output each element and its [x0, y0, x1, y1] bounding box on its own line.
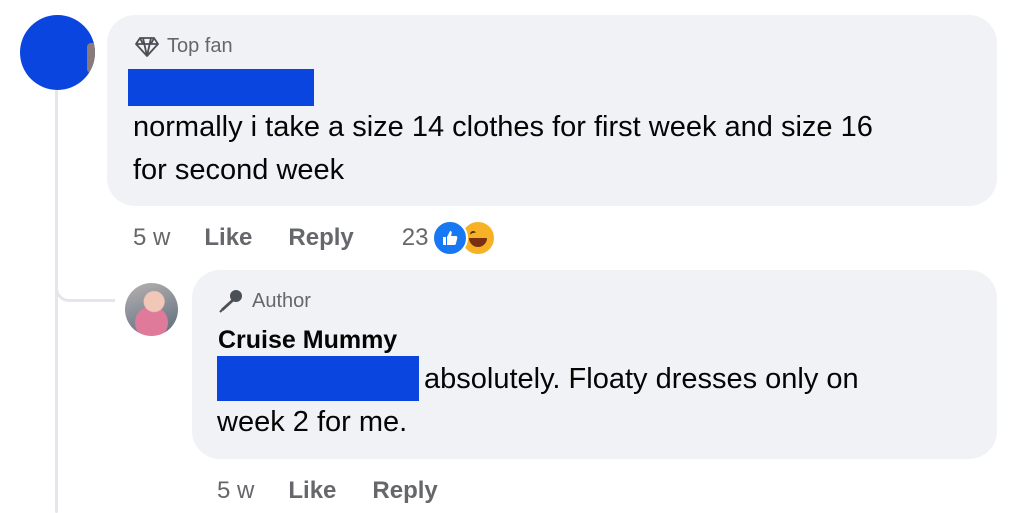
microphone-icon: [219, 290, 242, 313]
like-button[interactable]: Like: [204, 224, 252, 252]
comment-text-line-2: for second week: [133, 154, 345, 186]
reply-bubble: Author Cruise Mummy absolutely. Floaty d…: [192, 270, 997, 459]
like-icon: [432, 220, 469, 256]
comment-actions: 5 w Like Reply 23: [133, 220, 497, 256]
top-fan-badge: Top fan: [135, 35, 233, 58]
redacted-mention: [217, 356, 419, 401]
comment-bubble: Top fan normally i take a size 14 clothe…: [107, 15, 997, 206]
comment-text-line-1: normally i take a size 14 clothes for fi…: [133, 111, 873, 143]
diamond-icon: [135, 36, 159, 57]
author-name[interactable]: Cruise Mummy: [218, 326, 397, 355]
avatar-redacted[interactable]: [20, 15, 95, 90]
badge-label: Top fan: [167, 35, 233, 57]
reply-button[interactable]: Reply: [288, 224, 353, 252]
like-button[interactable]: Like: [288, 477, 336, 505]
reply-timestamp[interactable]: 5 w: [217, 477, 254, 505]
redacted-name: [128, 69, 314, 106]
badge-label: Author: [252, 289, 311, 312]
author-avatar[interactable]: [125, 283, 178, 336]
reply-button[interactable]: Reply: [372, 477, 437, 505]
reply-actions: 5 w Like Reply: [217, 477, 474, 505]
thread-connector: [55, 240, 115, 302]
reaction-count: 23: [401, 224, 429, 251]
reply-text-line-1: absolutely. Floaty dresses only on: [424, 363, 859, 395]
thread-line: [55, 90, 58, 513]
reply-text-line-2: week 2 for me.: [217, 406, 408, 438]
comment-timestamp[interactable]: 5 w: [133, 224, 170, 252]
author-badge: Author: [218, 289, 311, 313]
reactions-summary[interactable]: 23: [402, 220, 497, 256]
thumbs-up-icon: [443, 231, 458, 245]
